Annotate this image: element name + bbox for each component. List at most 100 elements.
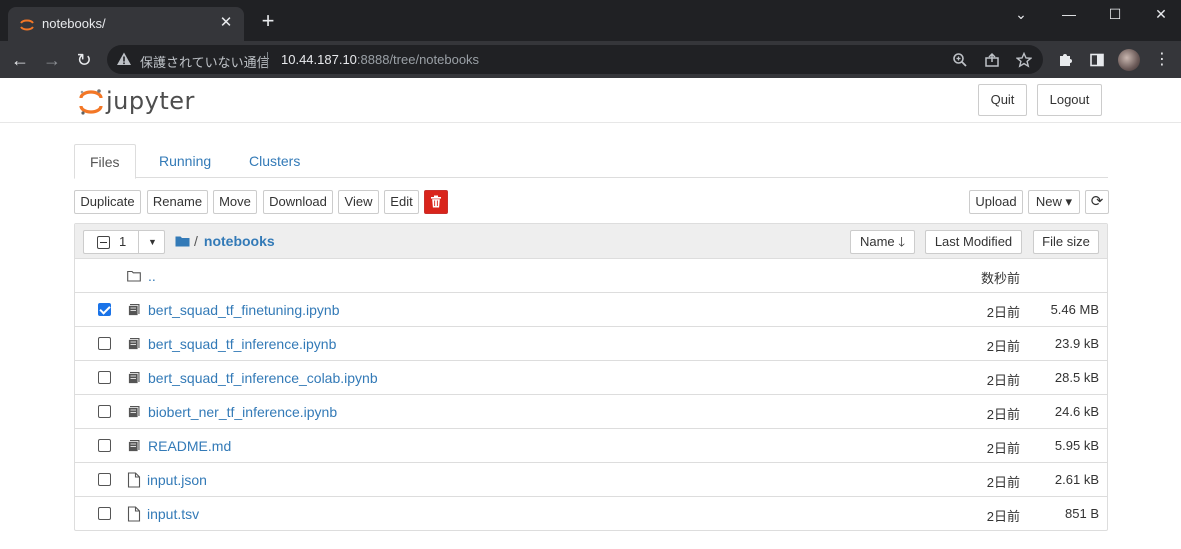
caret-down-icon[interactable]: ▼ — [138, 230, 166, 254]
file-row[interactable]: .. 数秒前 — [75, 259, 1107, 293]
tab-clusters[interactable]: Clusters — [234, 144, 315, 178]
select-all-dropdown[interactable]: 1 ▼ — [83, 230, 165, 254]
file-row[interactable]: README.md 2日前 5.95 kB — [75, 429, 1107, 463]
tab-search-icon[interactable]: ⌄ — [1006, 4, 1036, 24]
warning-icon — [117, 52, 131, 65]
jupyter-favicon-icon — [20, 19, 34, 31]
browser-menu-icon[interactable]: ⋮ — [1151, 49, 1173, 71]
share-icon[interactable] — [982, 50, 1002, 70]
breadcrumb-separator: / — [194, 233, 198, 249]
file-row[interactable]: bert_squad_tf_finetuning.ipynb 2日前 5.46 MB — [75, 293, 1107, 327]
file-name-link[interactable]: .. — [148, 268, 156, 284]
select-all-checkbox[interactable] — [97, 236, 110, 249]
notebook-icon — [128, 304, 140, 316]
sort-by-modified-button[interactable]: Last Modified — [925, 230, 1022, 254]
sort-by-size-button[interactable]: File size — [1033, 230, 1099, 254]
file-size: 5.95 kB — [1054, 438, 1099, 453]
breadcrumb: / notebooks — [175, 233, 275, 249]
file-row[interactable]: input.tsv 2日前 851 B — [75, 497, 1107, 531]
notebook-icon — [128, 406, 140, 418]
sort-by-name-button[interactable]: Name 🡓 — [850, 230, 915, 254]
tab-files[interactable]: Files — [74, 144, 136, 179]
notebook-icon — [128, 440, 140, 452]
edit-button[interactable]: Edit — [384, 190, 419, 214]
address-separator — [267, 52, 268, 68]
tab-title: notebooks/ — [42, 16, 106, 31]
logout-button[interactable]: Logout — [1037, 84, 1102, 116]
browser-tab[interactable]: notebooks/ ✕ — [8, 7, 244, 41]
file-modified: 2日前 — [986, 509, 1020, 524]
jupyter-logo-icon — [79, 89, 103, 115]
window-minimize-button[interactable]: — — [1054, 4, 1084, 24]
file-row[interactable]: input.json 2日前 2.61 kB — [75, 463, 1107, 497]
file-name-link[interactable]: bert_squad_tf_inference_colab.ipynb — [148, 370, 378, 386]
file-name-link[interactable]: README.md — [148, 438, 231, 454]
row-checkbox[interactable] — [98, 371, 111, 384]
file-name-link[interactable]: bert_squad_tf_inference.ipynb — [148, 336, 336, 352]
trash-icon — [431, 195, 441, 208]
reload-button[interactable]: ↻ — [72, 48, 96, 72]
jupyter-header: jupyter Quit Logout — [0, 78, 1181, 123]
file-row[interactable]: biobert_ner_tf_inference.ipynb 2日前 24.6 kB — [75, 395, 1107, 429]
zoom-icon[interactable] — [950, 50, 970, 70]
file-name-link[interactable]: biobert_ner_tf_inference.ipynb — [148, 404, 337, 420]
folder-home-icon[interactable] — [175, 235, 190, 247]
file-list: 1 ▼ / notebooks Name 🡓 Last Modified File… — [74, 223, 1108, 531]
address-bar[interactable]: 保護されていない通信 10.44.187.10:8888/tree/notebo… — [107, 45, 1043, 74]
tab-running[interactable]: Running — [144, 144, 226, 178]
file-modified: 2日前 — [986, 339, 1020, 354]
file-modified: 2日前 — [986, 441, 1020, 456]
row-checkbox[interactable] — [98, 303, 111, 316]
file-modified: 2日前 — [986, 305, 1020, 320]
window-maximize-button[interactable]: ☐ — [1100, 4, 1130, 24]
row-checkbox[interactable] — [98, 439, 111, 452]
delete-button[interactable] — [424, 190, 448, 214]
back-button[interactable]: ← — [8, 48, 32, 72]
file-modified: 2日前 — [986, 475, 1020, 490]
file-row[interactable]: bert_squad_tf_inference.ipynb 2日前 23.9 kB — [75, 327, 1107, 361]
file-name-link[interactable]: input.tsv — [147, 506, 199, 522]
file-size: 24.6 kB — [1054, 404, 1099, 419]
selected-count: 1 — [119, 234, 127, 249]
logo-text: jupyter — [106, 87, 195, 115]
notebook-icon — [128, 372, 140, 384]
row-checkbox[interactable] — [98, 507, 111, 520]
notebook-icon — [128, 338, 140, 350]
quit-button[interactable]: Quit — [978, 84, 1027, 116]
file-modified: 2日前 — [986, 373, 1020, 388]
upload-button[interactable]: Upload — [969, 190, 1023, 214]
folder-icon — [127, 270, 141, 282]
file-icon — [127, 506, 141, 522]
file-size: 2.61 kB — [1054, 472, 1099, 487]
security-status[interactable]: 保護されていない通信 — [140, 52, 270, 71]
profile-avatar[interactable] — [1118, 49, 1140, 71]
window-close-button[interactable]: ✕ — [1146, 4, 1176, 24]
file-name-link[interactable]: bert_squad_tf_finetuning.ipynb — [148, 302, 339, 318]
browser-toolbar: ← → ↻ 保護されていない通信 10.44.187.10:8888/tree/… — [0, 41, 1181, 78]
extensions-puzzle-icon[interactable] — [1054, 49, 1076, 71]
move-button[interactable]: Move — [213, 190, 257, 214]
new-tab-button[interactable]: + — [256, 10, 280, 32]
file-row[interactable]: bert_squad_tf_inference_colab.ipynb 2日前 28… — [75, 361, 1107, 395]
file-size: 851 B — [1065, 506, 1099, 521]
jupyter-logo[interactable]: jupyter — [78, 82, 198, 118]
file-list-header: 1 ▼ / notebooks Name 🡓 Last Modified File… — [75, 224, 1107, 259]
file-name-link[interactable]: input.json — [147, 472, 207, 488]
duplicate-button[interactable]: Duplicate — [74, 190, 141, 214]
row-checkbox[interactable] — [98, 337, 111, 350]
row-checkbox[interactable] — [98, 473, 111, 486]
row-checkbox[interactable] — [98, 405, 111, 418]
rename-button[interactable]: Rename — [147, 190, 208, 214]
url-text[interactable]: 10.44.187.10:8888/tree/notebooks — [281, 52, 479, 67]
file-icon — [127, 472, 141, 488]
side-panel-icon[interactable] — [1086, 49, 1108, 71]
browser-titlebar: notebooks/ ✕ + ⌄ — ☐ ✕ — [0, 0, 1181, 41]
refresh-button[interactable]: ⟳ — [1085, 190, 1109, 214]
new-dropdown-button[interactable]: New ▾ — [1028, 190, 1080, 214]
tab-close-icon[interactable]: ✕ — [217, 14, 235, 32]
breadcrumb-current-dir[interactable]: notebooks — [204, 233, 275, 249]
forward-button[interactable]: → — [40, 48, 64, 72]
view-button[interactable]: View — [338, 190, 379, 214]
bookmark-star-icon[interactable] — [1014, 50, 1034, 70]
download-button[interactable]: Download — [263, 190, 333, 214]
